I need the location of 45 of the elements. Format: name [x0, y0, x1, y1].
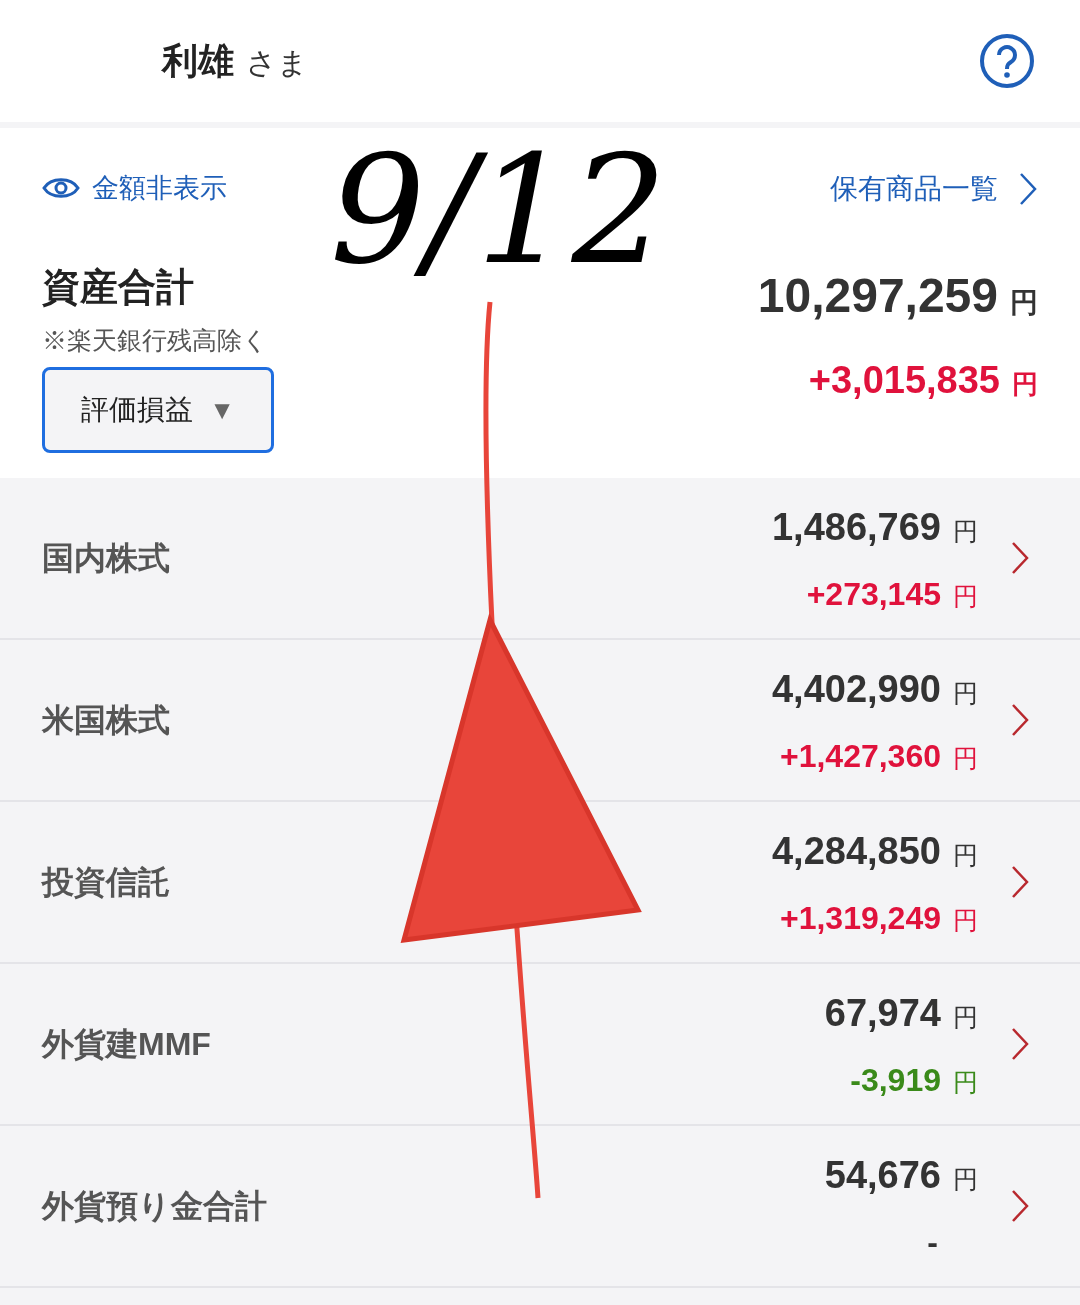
- asset-change: -: [927, 1222, 938, 1262]
- asset-label: 外貨預り金合計: [42, 1187, 267, 1226]
- handwritten-note: 9/12: [330, 135, 667, 285]
- asset-row[interactable]: 外貨預り金合計 54,676 円 -: [0, 1126, 1080, 1288]
- yen-unit: 円: [953, 677, 978, 709]
- asset-row[interactable]: 外貨建MMF 67,974 円 -3,919 円: [0, 964, 1080, 1126]
- yen-unit: 円: [953, 1001, 978, 1033]
- asset-value: 4,402,990: [771, 666, 941, 712]
- yen-unit: 円: [1010, 286, 1038, 320]
- asset-change: +1,319,249: [779, 898, 941, 938]
- help-icon[interactable]: [979, 33, 1035, 89]
- chevron-right-icon: [1010, 702, 1030, 738]
- asset-value: 67,974: [824, 990, 941, 1036]
- yen-unit: 円: [953, 904, 978, 936]
- user-name: 利雄: [162, 39, 234, 83]
- yen-unit: 円: [953, 839, 978, 871]
- asset-label: 米国株式: [42, 701, 170, 740]
- asset-value: 4,284,850: [771, 828, 941, 874]
- asset-label: 外貨建MMF: [42, 1025, 211, 1064]
- total-amount: 10,297,259: [757, 268, 998, 324]
- yen-unit: 円: [953, 580, 978, 612]
- asset-change: +273,145: [806, 574, 941, 614]
- metric-dropdown[interactable]: 評価損益 ▼: [42, 367, 274, 453]
- hide-amounts-link[interactable]: 金額非表示: [42, 168, 274, 209]
- yen-unit: 円: [953, 1066, 978, 1098]
- yen-unit: 円: [953, 742, 978, 774]
- yen-unit: 円: [953, 1163, 978, 1195]
- asset-value: 54,676: [824, 1152, 941, 1198]
- asset-label: 国内株式: [42, 539, 170, 578]
- total-gain: +3,015,835: [808, 358, 1000, 403]
- chevron-right-icon: [1010, 864, 1030, 900]
- yen-unit: 円: [953, 515, 978, 547]
- chevron-right-icon: [1018, 171, 1038, 207]
- asset-label: 投資信託: [42, 863, 170, 902]
- note-text: ※楽天銀行残高除く: [42, 324, 269, 356]
- total-assets-title: 資産合計: [42, 264, 195, 310]
- asset-value: 1,486,769: [771, 504, 941, 550]
- chevron-right-icon: [1010, 540, 1030, 576]
- asset-change: +1,427,360: [779, 736, 941, 776]
- asset-change: -3,919: [850, 1060, 941, 1100]
- honorific: さま: [246, 45, 308, 81]
- chevron-right-icon: [1010, 1188, 1030, 1224]
- holdings-list-link[interactable]: 保有商品一覧: [830, 168, 1038, 210]
- chevron-right-icon: [1010, 1026, 1030, 1062]
- yen-unit: 円: [1012, 368, 1038, 401]
